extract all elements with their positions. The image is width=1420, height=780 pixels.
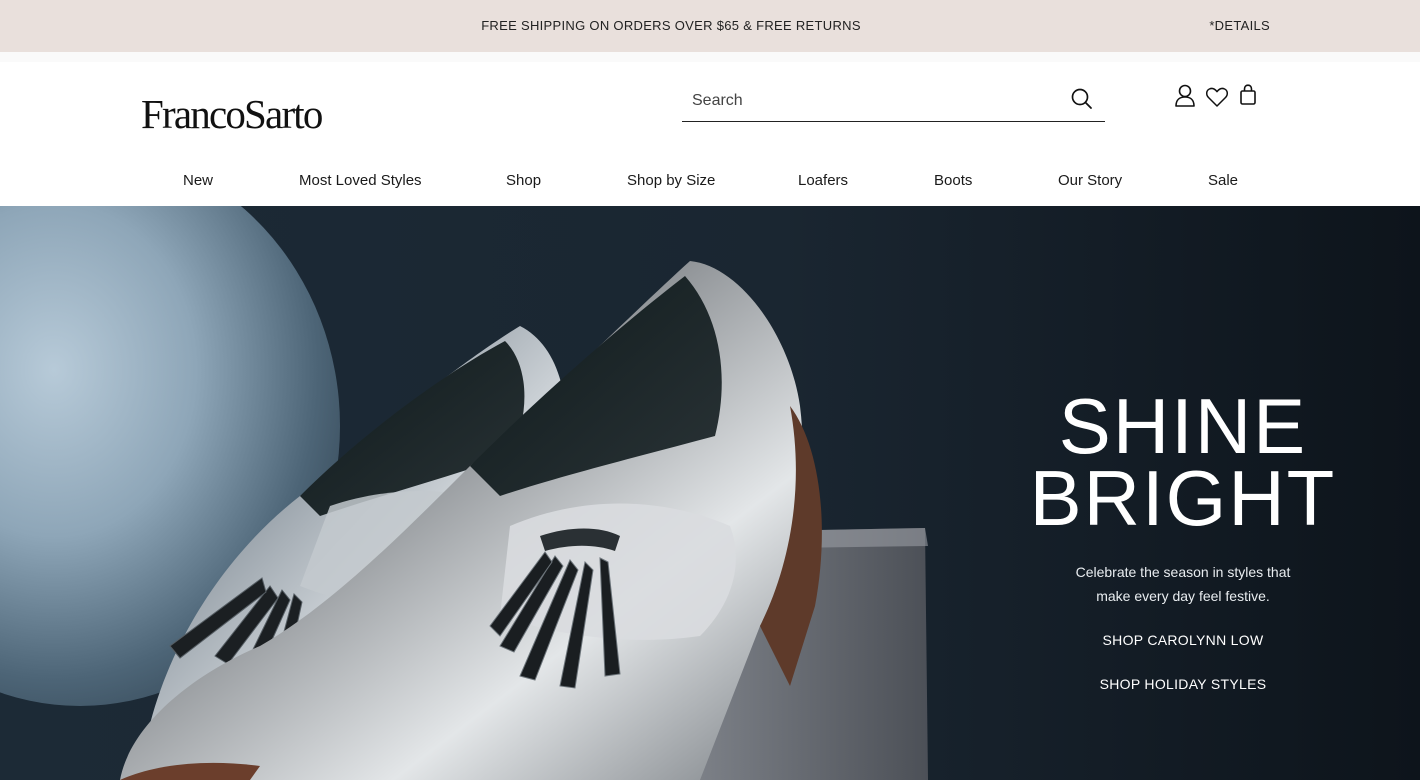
hero-title: SHINE BRIGHT [1000, 387, 1366, 537]
wishlist-heart-icon[interactable] [1204, 84, 1230, 112]
promo-bar: FREE SHIPPING ON ORDERS OVER $65 & FREE … [0, 0, 1420, 52]
site-header: FrancoSarto Ne [0, 52, 1420, 206]
shop-carolynn-low-link[interactable]: SHOP CAROLYNN LOW [1000, 632, 1366, 648]
search-bar [682, 82, 1105, 122]
hero-image-silver-tassel-loafers [120, 261, 928, 780]
nav-item-shop[interactable]: Shop [506, 172, 541, 189]
shop-holiday-styles-link[interactable]: SHOP HOLIDAY STYLES [1000, 676, 1366, 692]
nav-item-loafers[interactable]: Loafers [798, 172, 848, 189]
shopping-bag-icon[interactable] [1236, 82, 1262, 110]
nav-item-boots[interactable]: Boots [934, 172, 972, 189]
promo-details-link[interactable]: *DETAILS [1209, 18, 1270, 33]
hero-title-line-2: BRIGHT [1029, 454, 1337, 542]
promo-message: FREE SHIPPING ON ORDERS OVER $65 & FREE … [481, 18, 861, 33]
nav-item-shop-by-size[interactable]: Shop by Size [627, 172, 715, 189]
main-navigation: New Most Loved Styles Shop Shop by Size … [0, 162, 1420, 202]
hero-subtitle: Celebrate the season in styles that make… [1075, 564, 1291, 604]
nav-item-sale[interactable]: Sale [1208, 172, 1238, 189]
search-icon[interactable] [1069, 86, 1095, 112]
search-input[interactable] [692, 88, 1052, 114]
hero-banner[interactable]: SHINE BRIGHT Celebrate the season in sty… [0, 206, 1420, 780]
nav-item-new[interactable]: New [183, 172, 213, 189]
nav-item-our-story[interactable]: Our Story [1058, 172, 1122, 189]
account-icon[interactable] [1172, 82, 1198, 110]
brand-logo[interactable]: FrancoSarto [141, 90, 323, 138]
hero-copy: SHINE BRIGHT Celebrate the season in sty… [1000, 387, 1366, 692]
nav-item-most-loved-styles[interactable]: Most Loved Styles [299, 172, 422, 189]
